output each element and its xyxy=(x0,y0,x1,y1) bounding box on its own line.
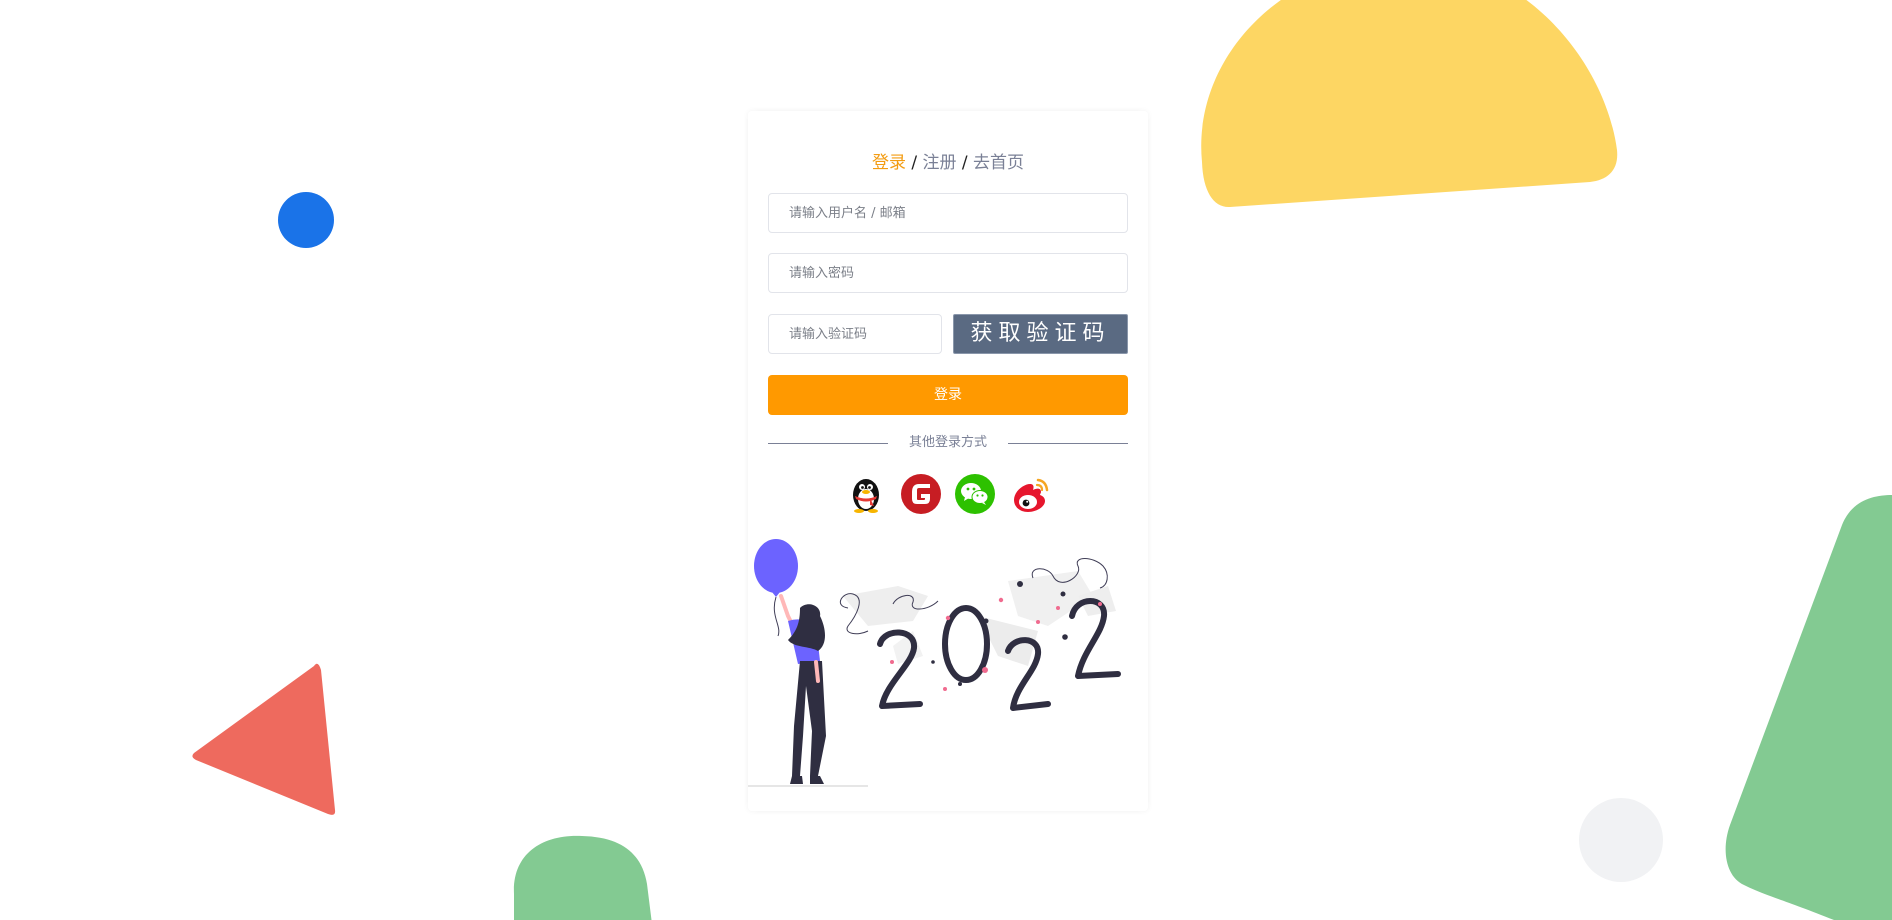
green-blob-bottom-shape xyxy=(513,835,652,920)
new-year-illustration xyxy=(748,539,1121,787)
green-parallelogram-shape xyxy=(1725,495,1892,920)
tab-register[interactable]: 注册 xyxy=(923,153,957,173)
tab-separator: / xyxy=(961,153,974,173)
tab-separator: / xyxy=(911,153,923,173)
blue-circle-shape xyxy=(278,192,334,248)
qq-login-button[interactable] xyxy=(845,473,887,515)
login-button[interactable]: 登录 xyxy=(768,375,1128,415)
password-input[interactable] xyxy=(768,253,1128,293)
gray-circle-shape xyxy=(1579,798,1663,882)
gitee-icon xyxy=(901,474,941,514)
login-card: 登录 / 注册 / 去首页 获取验证码 登录 其他登录方式 xyxy=(748,111,1148,811)
verification-code-input[interactable] xyxy=(768,314,942,354)
red-triangle-shape xyxy=(192,663,336,815)
woman-figure xyxy=(748,594,868,787)
divider-line-right xyxy=(1008,443,1128,444)
qq-icon xyxy=(853,479,879,513)
balloon-shape xyxy=(754,539,798,593)
go-home-link[interactable]: 去首页 xyxy=(973,153,1024,173)
weibo-login-button[interactable] xyxy=(1009,473,1051,515)
tab-login[interactable]: 登录 xyxy=(872,153,906,173)
weibo-icon xyxy=(1014,478,1049,512)
username-input[interactable] xyxy=(768,193,1128,233)
page-stage: 登录 / 注册 / 去首页 获取验证码 登录 其他登录方式 xyxy=(0,0,1892,920)
wechat-login-button[interactable] xyxy=(954,473,996,515)
wechat-icon xyxy=(955,474,995,514)
auth-tabs: 登录 / 注册 / 去首页 xyxy=(748,151,1148,175)
gitee-login-button[interactable] xyxy=(900,473,942,515)
other-login-divider: 其他登录方式 xyxy=(768,433,1128,453)
yellow-semicircle-shape xyxy=(1201,0,1618,208)
get-captcha-button[interactable]: 获取验证码 xyxy=(953,314,1128,354)
